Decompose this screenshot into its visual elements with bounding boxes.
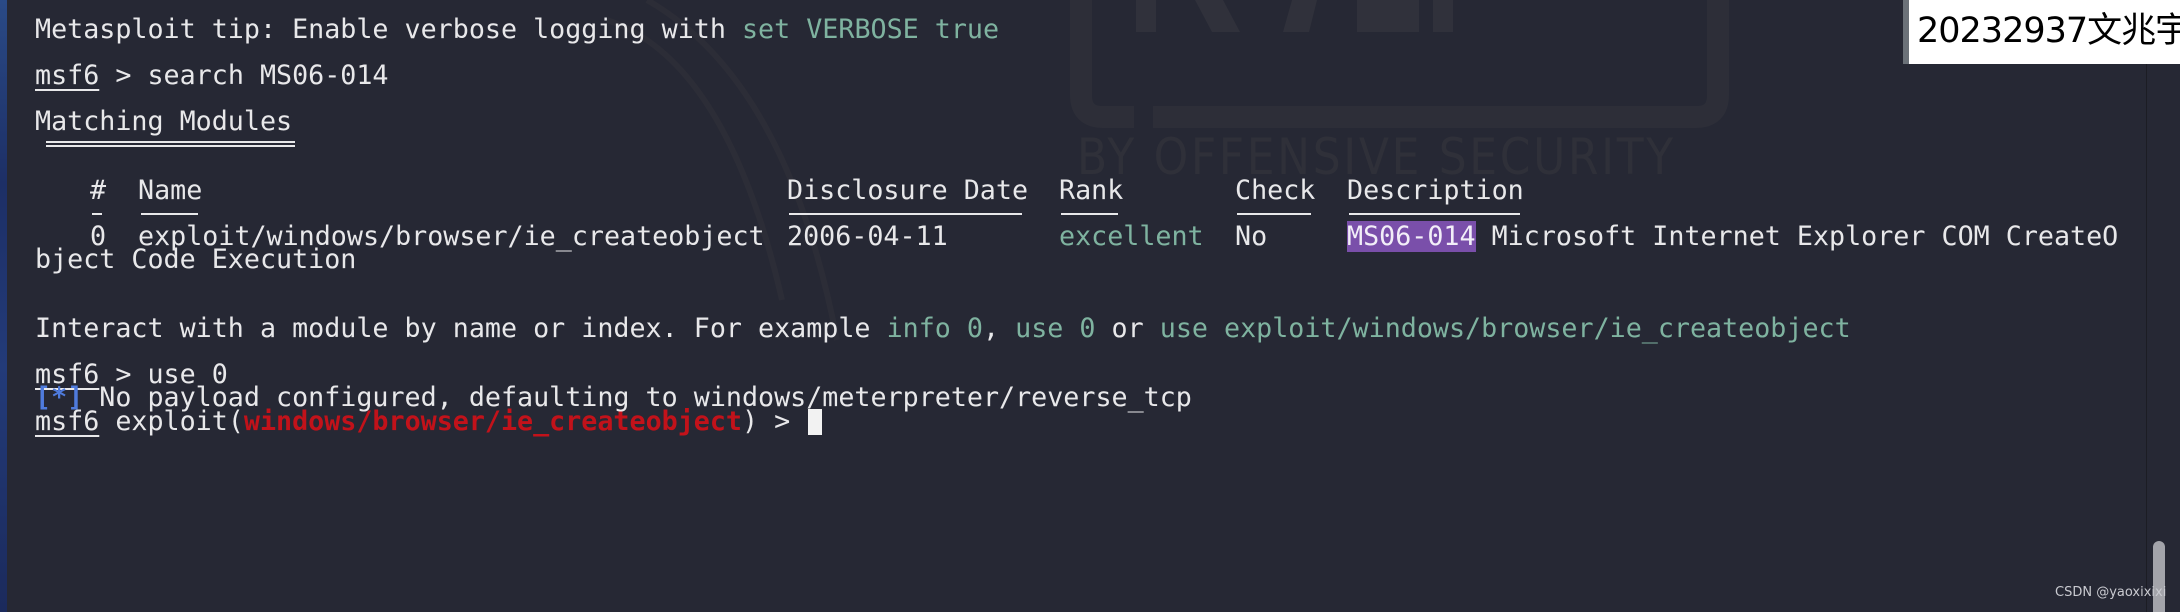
kali-wallpaper <box>606 0 1729 341</box>
dragon-curve-1 <box>606 17 785 301</box>
section-title-double-underline <box>46 141 295 147</box>
row-0-date: 2006-04-11 <box>787 221 948 252</box>
row-0-description-text: Microsoft Internet Explorer COM CreateO <box>1475 221 2119 252</box>
kali-letter-a-left <box>1195 0 1240 32</box>
desktop-edge <box>0 0 7 612</box>
kali-letter-k <box>1136 0 1156 32</box>
tip-line: Metasploit tip: Enable verbose logging w… <box>35 16 999 43</box>
col-header-index: # <box>90 175 107 206</box>
exploit-prompt-line[interactable]: msf6 exploit(windows/browser/ie_createob… <box>35 408 823 435</box>
msf-prompt: msf6 <box>35 406 100 437</box>
col-header-check: Check <box>1235 175 1316 206</box>
dragon-curve-2 <box>645 0 840 341</box>
col-header-name: Name <box>138 175 203 206</box>
divider-index <box>92 213 102 215</box>
divider-name <box>141 213 198 215</box>
kali-letter-a-right <box>1283 0 1317 32</box>
terminal-cursor[interactable] <box>808 409 823 435</box>
search-prompt-line: msf6 > search MS06-014 <box>35 62 389 89</box>
terminal-window[interactable]: BY OFFENSIVE SECURITY Metasploit tip: En… <box>7 0 2150 612</box>
divider-check <box>1237 213 1311 215</box>
row-0-description: MS06-014 Microsoft Internet Explorer COM… <box>1347 221 2118 252</box>
col-header-date: Disclosure Date <box>787 175 1029 206</box>
hint-or: or <box>1095 313 1160 344</box>
row-0-description-wrap: bject Code Execution <box>35 244 357 275</box>
divider-rank <box>1061 213 1118 215</box>
active-module-name: windows/browser/ie_createobject <box>243 406 742 437</box>
hint-comma: , <box>982 313 1016 344</box>
hint-example-use-name: use exploit/windows/browser/ie_createobj… <box>1159 313 1851 344</box>
prompt-separator: > <box>99 60 148 91</box>
search-command: search MS06-014 <box>147 60 389 91</box>
tip-text: Metasploit tip: Enable verbose logging w… <box>35 14 742 45</box>
divider-description <box>1349 213 1520 215</box>
search-match-highlight: MS06-014 <box>1347 221 1476 252</box>
hint-example-use-index: use 0 <box>1015 313 1096 344</box>
msf-prompt: msf6 <box>35 60 100 91</box>
kali-logo-frame-right <box>1153 0 1729 128</box>
col-header-rank: Rank <box>1059 175 1124 206</box>
name-label-overlay: 20232937文兆宇 <box>1903 0 2180 64</box>
hint-example-info: info 0 <box>886 313 983 344</box>
section-title: Matching Modules <box>35 106 293 137</box>
tip-command: set VERBOSE true <box>741 14 1000 45</box>
row-0-check: No <box>1235 221 1268 252</box>
divider-date <box>789 213 1022 215</box>
hint-text: Interact with a module by name or index.… <box>35 313 887 344</box>
row-0-rank: excellent <box>1059 221 1204 252</box>
interact-hint-line: Interact with a module by name or index.… <box>35 315 1851 342</box>
name-label-text: 20232937文兆宇 <box>1917 11 2180 51</box>
kali-logo-frame-left <box>1070 0 1134 128</box>
exploit-suffix: ) > <box>741 406 807 437</box>
exploit-prefix: exploit( <box>99 406 244 437</box>
col-header-description: Description <box>1347 175 1524 206</box>
csdn-watermark: CSDN @yaoxixixi <box>2055 585 2167 600</box>
kali-letter-l <box>1357 0 1419 32</box>
scrollbar-track[interactable] <box>2146 0 2180 612</box>
kali-letter-i <box>1433 0 1453 32</box>
scrollbar-thumb[interactable] <box>2153 541 2165 612</box>
